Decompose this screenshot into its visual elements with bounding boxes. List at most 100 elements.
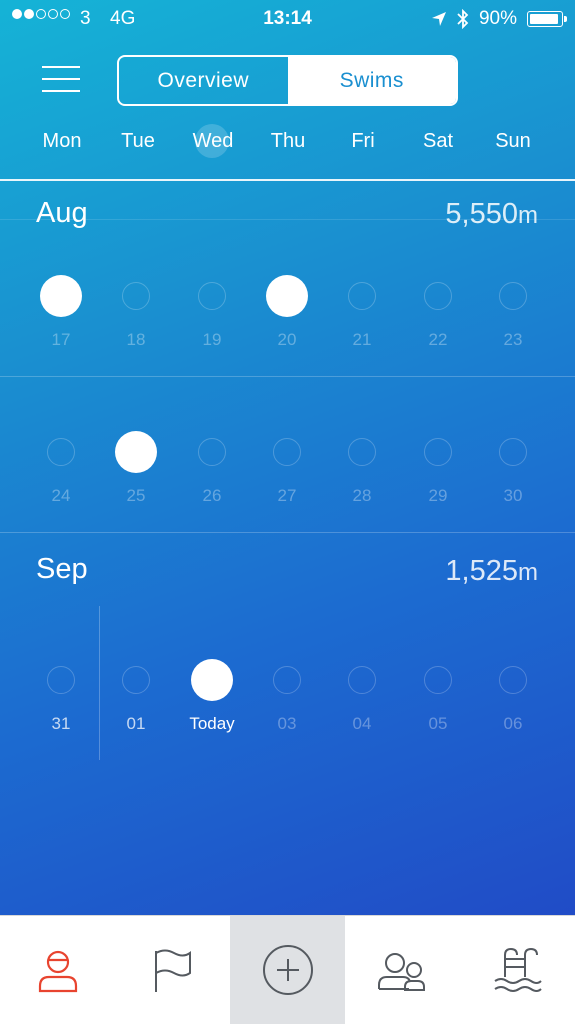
calendar-day[interactable]: 23 bbox=[476, 282, 550, 350]
pool-ladder-icon bbox=[493, 947, 542, 992]
friends-icon bbox=[377, 953, 425, 991]
weekday-tue: Tue bbox=[121, 130, 155, 152]
calendar-day[interactable]: 20 bbox=[250, 275, 324, 350]
calendar-day[interactable]: 21 bbox=[325, 282, 399, 350]
battery-percent: 90% bbox=[478, 8, 517, 29]
calendar-day[interactable]: 19 bbox=[175, 282, 249, 350]
battery-icon bbox=[527, 11, 567, 27]
day-number: 05 bbox=[428, 714, 448, 733]
calendar-day[interactable]: 26 bbox=[175, 438, 249, 506]
status-right: 90% bbox=[431, 8, 567, 30]
swim-marker bbox=[266, 275, 308, 317]
calendar-day[interactable]: 24 bbox=[24, 438, 98, 506]
empty-day-marker bbox=[198, 438, 226, 466]
empty-day-marker bbox=[424, 282, 452, 310]
month-boundary-line bbox=[99, 606, 100, 760]
tab-pools[interactable] bbox=[460, 916, 575, 1024]
empty-day-marker bbox=[499, 438, 527, 466]
calendar-day[interactable]: 04 bbox=[325, 666, 399, 734]
tab-swims[interactable]: Swims bbox=[287, 57, 456, 104]
empty-day-marker bbox=[273, 438, 301, 466]
add-circle-icon bbox=[262, 945, 313, 995]
day-number: 20 bbox=[277, 330, 297, 349]
calendar-day[interactable]: 05 bbox=[401, 666, 475, 734]
day-number: 25 bbox=[126, 486, 146, 505]
day-number: 01 bbox=[126, 714, 146, 733]
calendar-day[interactable]: 30 bbox=[476, 438, 550, 506]
day-number: 17 bbox=[51, 330, 71, 349]
calendar-day[interactable]: 03 bbox=[250, 666, 324, 734]
month-total-unit: m bbox=[518, 559, 538, 586]
day-number: 22 bbox=[428, 330, 448, 349]
day-number: 24 bbox=[51, 486, 71, 505]
weekday-mon: Mon bbox=[42, 130, 82, 152]
calendar-day-today[interactable]: Today bbox=[175, 659, 249, 734]
calendar-day[interactable]: 06 bbox=[476, 666, 550, 734]
calendar-day[interactable]: 01 bbox=[99, 666, 173, 734]
empty-day-marker bbox=[122, 666, 150, 694]
empty-day-marker bbox=[47, 666, 75, 694]
calendar-day[interactable]: 31 bbox=[24, 666, 98, 734]
empty-day-marker bbox=[348, 438, 376, 466]
calendar-day[interactable]: 29 bbox=[401, 438, 475, 506]
month-total-sep: 1,525m bbox=[445, 555, 538, 588]
calendar-day[interactable]: 22 bbox=[401, 282, 475, 350]
day-number: 26 bbox=[202, 486, 222, 505]
flag-icon bbox=[154, 949, 191, 992]
month-total-value: 5,550 bbox=[445, 198, 518, 230]
day-number: 28 bbox=[352, 486, 372, 505]
calendar-day[interactable]: 28 bbox=[325, 438, 399, 506]
tab-profile[interactable] bbox=[0, 916, 115, 1024]
tab-friends[interactable] bbox=[345, 916, 460, 1024]
week-divider bbox=[0, 376, 575, 377]
view-segmented-control: Overview Swims bbox=[117, 55, 458, 106]
day-number: 03 bbox=[277, 714, 297, 733]
calendar-day[interactable]: 17 bbox=[24, 275, 98, 350]
swim-marker bbox=[191, 659, 233, 701]
calendar-day[interactable]: 27 bbox=[250, 438, 324, 506]
month-label-sep: Sep bbox=[36, 553, 88, 585]
tab-bar bbox=[0, 915, 575, 1024]
empty-day-marker bbox=[499, 282, 527, 310]
weekday-fri: Fri bbox=[351, 130, 375, 152]
weekday-wed: Wed bbox=[192, 130, 234, 152]
day-number: 27 bbox=[277, 486, 297, 505]
day-number: 23 bbox=[503, 330, 523, 349]
day-number: 21 bbox=[352, 330, 372, 349]
day-number: 29 bbox=[428, 486, 448, 505]
empty-day-marker bbox=[47, 438, 75, 466]
empty-day-marker bbox=[348, 666, 376, 694]
calendar-day[interactable]: 25 bbox=[99, 431, 173, 506]
profile-icon bbox=[38, 950, 77, 993]
weekday-sat: Sat bbox=[422, 130, 454, 152]
bluetooth-icon bbox=[457, 9, 469, 29]
status-bar: 3 4G 13:14 90% bbox=[0, 0, 575, 40]
day-number: 06 bbox=[503, 714, 523, 733]
month-label-aug: Aug bbox=[36, 197, 88, 229]
empty-day-marker bbox=[424, 438, 452, 466]
tab-goals[interactable] bbox=[115, 916, 230, 1024]
empty-day-marker bbox=[424, 666, 452, 694]
month-total-unit: m bbox=[518, 202, 538, 229]
day-number: Today bbox=[189, 714, 235, 733]
weekday-sun: Sun bbox=[495, 130, 531, 152]
swims-screen: 3 4G 13:14 90% Overview Swims Mon Tue We… bbox=[0, 0, 575, 1024]
header-divider bbox=[0, 179, 575, 181]
swim-marker bbox=[115, 431, 157, 473]
month-header-divider bbox=[0, 219, 575, 220]
location-arrow-icon bbox=[431, 12, 446, 26]
empty-day-marker bbox=[348, 282, 376, 310]
empty-day-marker bbox=[198, 282, 226, 310]
month-total-value: 1,525 bbox=[445, 555, 518, 587]
weekday-thu: Thu bbox=[270, 130, 306, 152]
day-number: 19 bbox=[202, 330, 222, 349]
empty-day-marker bbox=[122, 282, 150, 310]
tab-overview[interactable]: Overview bbox=[119, 57, 288, 104]
day-number: 31 bbox=[51, 714, 71, 733]
month-divider bbox=[0, 532, 575, 533]
tab-add-swim[interactable] bbox=[230, 916, 345, 1024]
day-number: 04 bbox=[352, 714, 372, 733]
hamburger-menu-icon[interactable] bbox=[42, 64, 80, 94]
calendar-day[interactable]: 18 bbox=[99, 282, 173, 350]
weekday-header: Mon Tue Wed Thu Fri Sat Sun bbox=[0, 130, 575, 156]
